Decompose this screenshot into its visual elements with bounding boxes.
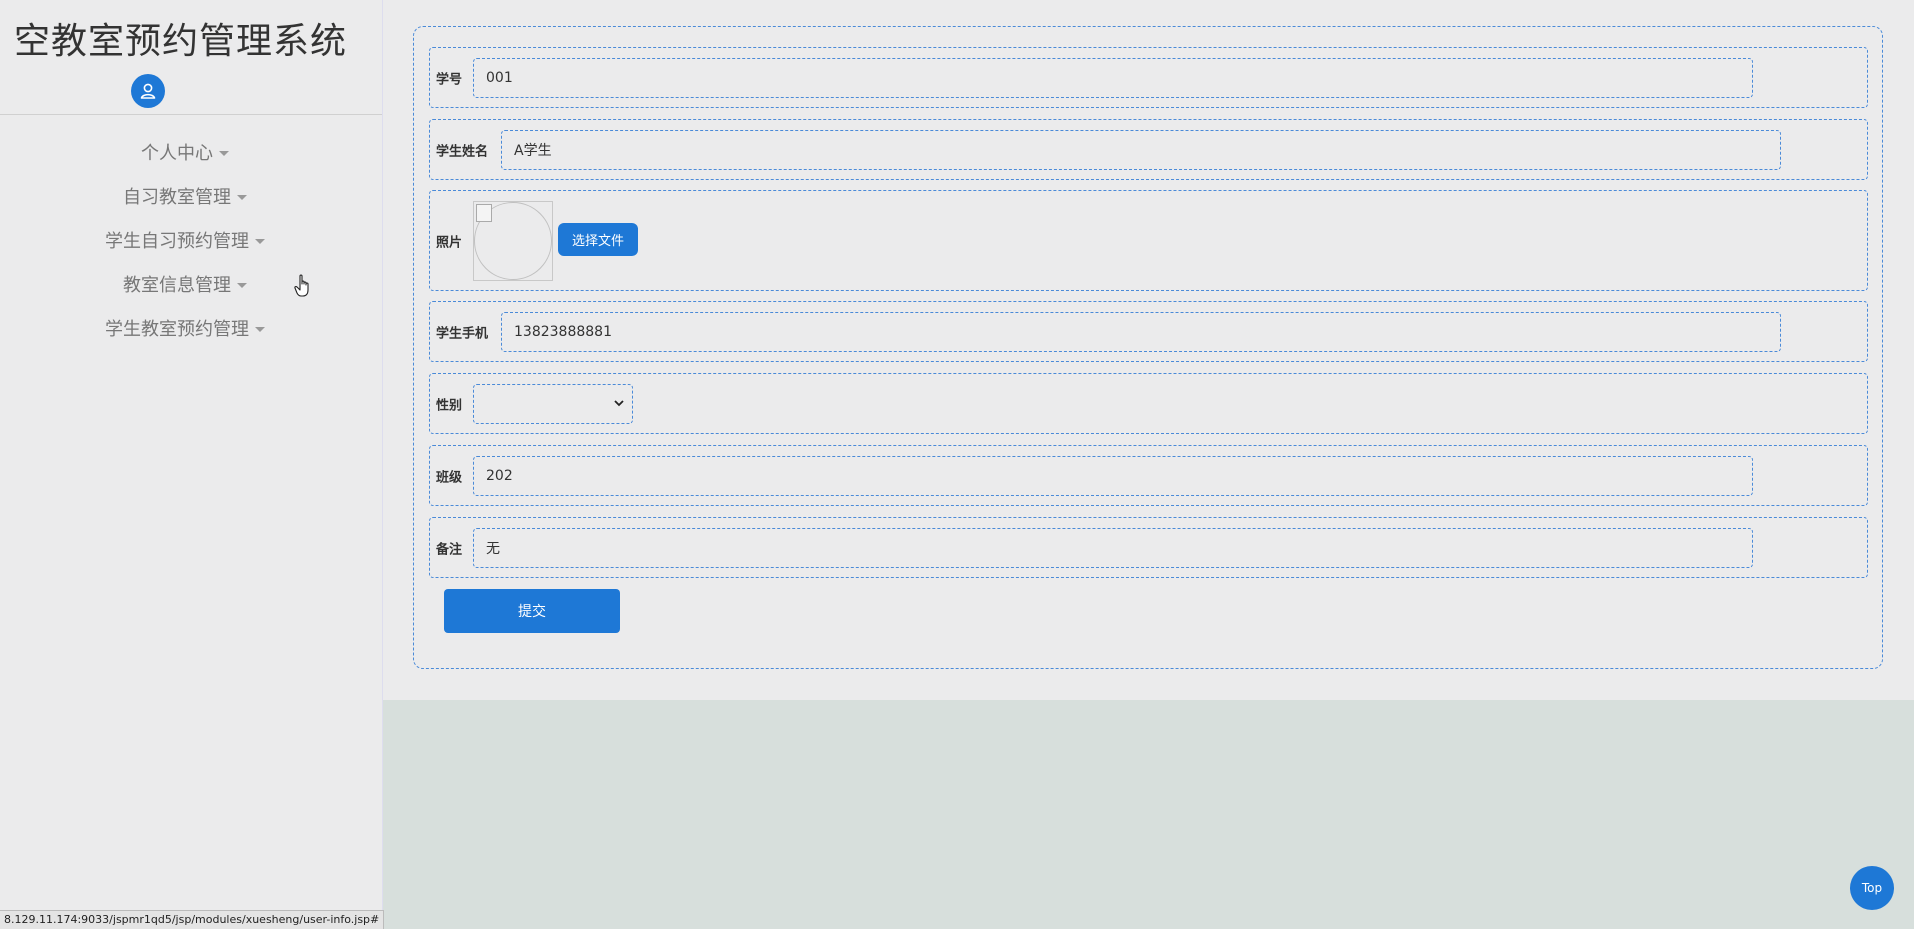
form-row-phone: 学生手机	[429, 301, 1868, 362]
sidebar-menu: 个人中心 自习教室管理 学生自习预约管理 教室信息管理 学生教室预约管理	[0, 130, 370, 350]
caret-down-icon	[255, 238, 265, 244]
field-label: 照片	[436, 235, 463, 250]
field-label: 性别	[436, 398, 463, 413]
field-label: 学生手机	[436, 326, 489, 341]
field-label: 备注	[436, 542, 463, 557]
caret-down-icon	[237, 282, 247, 288]
chevron-down-icon	[614, 400, 624, 407]
sidebar-item-student-classroom-booking[interactable]: 学生教室预约管理	[0, 306, 370, 350]
field-label: 班级	[436, 470, 463, 485]
form-row-photo: 照片 选择文件	[429, 190, 1868, 291]
photo-preview	[473, 201, 553, 281]
broken-image-icon	[476, 204, 492, 222]
phone-input[interactable]	[501, 312, 1781, 352]
avatar[interactable]	[131, 74, 165, 108]
caret-down-icon	[255, 326, 265, 332]
caret-down-icon	[237, 194, 247, 200]
gender-select[interactable]	[473, 384, 633, 424]
sidebar: 空教室预约管理系统 个人中心 自习教室管理 学生自习预约管理 教室信息管理 学生…	[0, 0, 383, 928]
back-to-top-button[interactable]: Top	[1850, 866, 1894, 910]
hand-pointer-icon	[294, 274, 309, 297]
user-icon	[140, 83, 156, 99]
form-row-student-name: 学生姓名	[429, 119, 1868, 180]
sidebar-item-personal-center[interactable]: 个人中心	[0, 130, 370, 174]
sidebar-divider	[0, 114, 382, 115]
sidebar-item-label: 学生自习预约管理	[105, 231, 249, 252]
field-label: 学生姓名	[436, 144, 489, 159]
form-row-class: 班级	[429, 445, 1868, 506]
sidebar-item-classroom-info-management[interactable]: 教室信息管理	[0, 262, 370, 306]
form-row-gender: 性别	[429, 373, 1868, 434]
student-id-input[interactable]	[473, 58, 1753, 98]
sidebar-item-label: 自习教室管理	[123, 187, 231, 208]
sidebar-item-label: 学生教室预约管理	[105, 319, 249, 340]
status-bar-url: 8.129.11.174:9033/jspmr1qd5/jsp/modules/…	[0, 910, 385, 929]
form-row-remark: 备注	[429, 517, 1868, 578]
sidebar-item-label: 教室信息管理	[123, 275, 231, 296]
submit-button[interactable]: 提交	[444, 589, 620, 633]
sidebar-item-study-room-management[interactable]: 自习教室管理	[0, 174, 370, 218]
form-row-student-id: 学号	[429, 47, 1868, 108]
caret-down-icon	[219, 150, 229, 156]
sidebar-item-label: 个人中心	[141, 143, 213, 164]
choose-file-button[interactable]: 选择文件	[558, 223, 638, 256]
remark-input[interactable]	[473, 528, 1753, 568]
student-name-input[interactable]	[501, 130, 1781, 170]
sidebar-item-student-study-booking[interactable]: 学生自习预约管理	[0, 218, 370, 262]
field-label: 学号	[436, 72, 463, 87]
app-title: 空教室预约管理系统	[14, 21, 348, 62]
class-input[interactable]	[473, 456, 1753, 496]
